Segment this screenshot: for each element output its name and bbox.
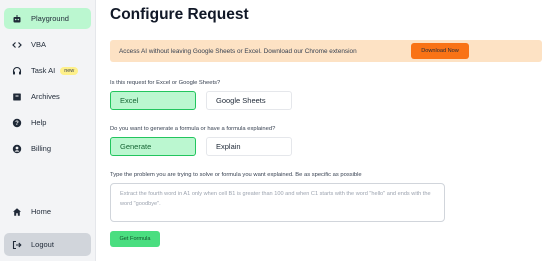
banner-text: Access AI without leaving Google Sheets … — [119, 47, 357, 55]
sidebar-item-archives[interactable]: Archives — [4, 86, 91, 107]
new-badge: new — [60, 66, 79, 75]
question-icon: ? — [12, 118, 22, 128]
sidebar-item-label: Home — [31, 207, 52, 216]
sidebar-item-label: Archives — [31, 92, 60, 101]
code-icon — [12, 40, 22, 50]
user-icon — [12, 144, 22, 154]
svg-text:?: ? — [15, 121, 19, 127]
archive-icon — [12, 92, 22, 102]
home-icon — [12, 207, 22, 217]
logout-icon — [12, 240, 22, 250]
sidebar-item-label: Billing — [31, 144, 52, 153]
excel-option[interactable]: Excel — [110, 91, 196, 110]
sidebar-item-task-ai[interactable]: Task AI new — [4, 60, 91, 81]
sidebar: Playground VBA Task AI new Archives ? He… — [0, 0, 96, 261]
explain-option[interactable]: Explain — [206, 137, 292, 156]
robot-icon — [12, 14, 22, 24]
sidebar-item-label: Playground — [31, 14, 69, 23]
sidebar-item-label: VBA — [31, 40, 47, 49]
page-title: Configure Request — [110, 6, 249, 23]
platform-question: Is this request for Excel or Google Shee… — [110, 80, 221, 86]
sidebar-item-vba[interactable]: VBA — [4, 34, 91, 55]
logout-label: Logout — [31, 240, 54, 249]
headphones-icon — [12, 66, 22, 76]
sidebar-item-help[interactable]: ? Help — [4, 112, 91, 133]
extension-banner: Access AI without leaving Google Sheets … — [110, 40, 542, 62]
sidebar-item-home[interactable]: Home — [4, 201, 91, 222]
mode-question: Do you want to generate a formula or hav… — [110, 126, 276, 132]
get-formula-button[interactable]: Get Formula — [110, 231, 160, 247]
sidebar-item-label: Task AI — [31, 66, 56, 75]
sidebar-item-billing[interactable]: Billing — [4, 138, 91, 159]
download-now-button[interactable]: Download Now — [411, 43, 469, 59]
logout-button[interactable]: Logout — [4, 233, 91, 256]
google-sheets-option[interactable]: Google Sheets — [206, 91, 292, 110]
sidebar-item-label: Help — [31, 118, 47, 127]
problem-question: Type the problem you are trying to solve… — [110, 172, 362, 178]
problem-textarea[interactable]: Extract the fourth word in A1 only when … — [110, 183, 445, 222]
sidebar-item-playground[interactable]: Playground — [4, 8, 91, 29]
generate-option[interactable]: Generate — [110, 137, 196, 156]
